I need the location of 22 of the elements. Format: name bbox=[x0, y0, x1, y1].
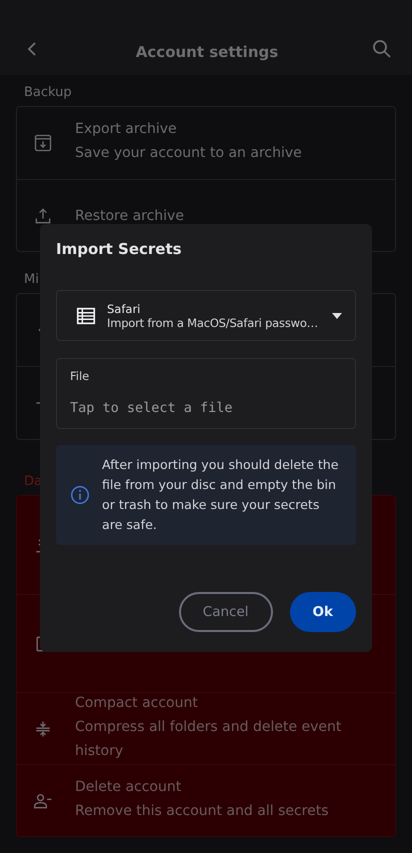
row-title: Compact account bbox=[75, 694, 199, 710]
cancel-button[interactable]: Cancel bbox=[178, 592, 273, 632]
row-title: Delete account bbox=[75, 778, 182, 794]
caret-icon bbox=[331, 312, 343, 320]
format-name: Safari bbox=[107, 302, 142, 316]
upload-icon bbox=[33, 206, 53, 226]
section-label: Backup bbox=[23, 84, 73, 102]
row-title: Restore archive bbox=[75, 208, 184, 224]
dialog-title: Import Secrets bbox=[56, 240, 183, 260]
info-text: After importing you should delete the file from your disc and empty the bin or trash to make sure your secrets are safe. bbox=[102, 456, 340, 534]
row-subtitle: Compress all folders and delete event history bbox=[75, 718, 342, 760]
page-title: Account settings bbox=[134, 43, 280, 61]
format-description: Import from a MacOS/Safari passwo… bbox=[107, 316, 319, 330]
field-label: File bbox=[70, 369, 90, 383]
row-subtitle: Remove this account and all secrets bbox=[75, 802, 329, 820]
info-icon bbox=[69, 484, 91, 506]
row-subtitle: Save your account to an archive bbox=[75, 144, 302, 163]
section-label: Mi bbox=[23, 271, 40, 289]
ok-button[interactable]: Ok bbox=[290, 592, 356, 632]
archive-down-icon bbox=[33, 133, 53, 153]
format-dropdown[interactable]: Safari Import from a MacOS/Safari passwo… bbox=[56, 290, 356, 341]
row-title: Export archive bbox=[75, 121, 178, 137]
